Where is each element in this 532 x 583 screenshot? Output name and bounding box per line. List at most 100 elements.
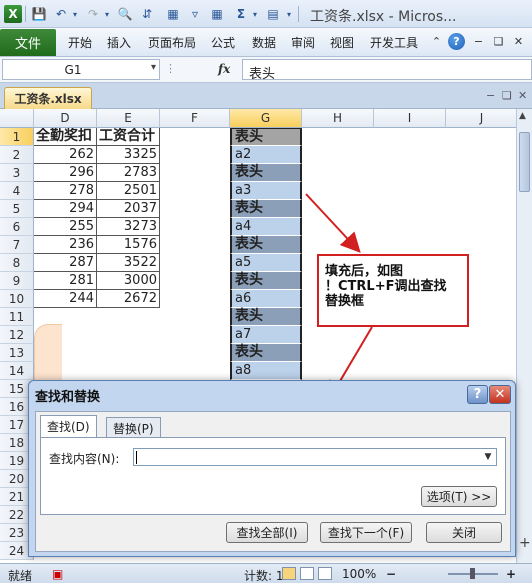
table-cell[interactable]: 294	[34, 200, 97, 218]
help-icon[interactable]: ?	[448, 33, 465, 50]
vertical-scrollbar[interactable]: ▲ +	[516, 109, 532, 563]
options-button[interactable]: 选项(T) >>	[421, 486, 497, 507]
normal-view-icon[interactable]	[282, 567, 296, 580]
scroll-thumb[interactable]	[519, 132, 530, 192]
page-break-view-icon[interactable]	[318, 567, 332, 580]
file-tab[interactable]: 文件	[0, 29, 56, 56]
table-cell[interactable]: 3325	[97, 146, 160, 164]
zoom-slider-thumb[interactable]	[470, 568, 475, 579]
table-cell[interactable]: 2037	[97, 200, 160, 218]
tab-insert[interactable]: 插入	[107, 34, 131, 51]
table-cell[interactable]: 1576	[97, 236, 160, 254]
row-label-cell[interactable]: a8	[230, 362, 302, 380]
header-cell-attendance-bonus[interactable]: 全勤奖扣	[34, 128, 97, 146]
tab-data[interactable]: 数据	[252, 34, 276, 51]
header-label-cell[interactable]: 表头	[230, 128, 302, 146]
zoom-out-icon[interactable]: −	[386, 567, 396, 581]
column-header-g[interactable]: G	[230, 109, 302, 128]
tab-home[interactable]: 开始	[68, 34, 92, 51]
formula-input[interactable]: 表头	[242, 59, 532, 82]
row-header[interactable]: 14	[0, 362, 34, 380]
table-cell[interactable]: 278	[34, 182, 97, 200]
column-header-e[interactable]: E	[97, 109, 160, 128]
header-label-cell[interactable]: 表头	[230, 164, 302, 182]
row-header[interactable]: 12	[0, 326, 34, 344]
redo-icon[interactable]: ↷	[84, 5, 102, 23]
minimize-ribbon-icon[interactable]: ⌃	[428, 33, 445, 50]
table-cell[interactable]: 255	[34, 218, 97, 236]
header-label-cell[interactable]: 表头	[230, 200, 302, 218]
tab-formulas[interactable]: 公式	[211, 34, 235, 51]
page-layout-view-icon[interactable]	[300, 567, 314, 580]
table-cell[interactable]: 262	[34, 146, 97, 164]
workbook-close-icon[interactable]: ✕	[518, 89, 527, 102]
find-all-button[interactable]: 查找全部(I)	[226, 522, 308, 543]
row-header[interactable]: 5	[0, 200, 34, 218]
row-label-cell[interactable]: a3	[230, 182, 302, 200]
undo-dropdown-icon[interactable]: ▾	[70, 5, 80, 23]
excel-app-icon[interactable]: X	[4, 5, 22, 23]
window-close-icon[interactable]: ✕	[510, 33, 527, 50]
save-icon[interactable]: 💾	[30, 5, 48, 23]
drag-handle-icon[interactable]: ⋮	[165, 62, 176, 75]
tab-view[interactable]: 视图	[330, 34, 354, 51]
autosum-dropdown-icon[interactable]: ▾	[250, 5, 260, 23]
chevron-down-icon[interactable]: ▾	[151, 62, 156, 73]
table-cell[interactable]: 3522	[97, 254, 160, 272]
close-button[interactable]: 关闭	[426, 522, 502, 543]
row-header[interactable]: 10	[0, 290, 34, 308]
row-label-cell[interactable]: a4	[230, 218, 302, 236]
calculator-icon[interactable]: ▦	[164, 5, 182, 23]
row-header[interactable]: 13	[0, 344, 34, 362]
table-cell[interactable]: 2672	[97, 290, 160, 308]
tab-find[interactable]: 查找(D)	[40, 415, 97, 437]
row-header[interactable]: 1	[0, 128, 34, 146]
redo-dropdown-icon[interactable]: ▾	[102, 5, 112, 23]
insert-function-icon[interactable]: fx	[218, 62, 230, 76]
undo-icon[interactable]: ↶	[52, 5, 70, 23]
name-box[interactable]: G1 ▾	[2, 59, 160, 80]
sort-icon[interactable]: ⇵	[138, 5, 156, 23]
header-label-cell[interactable]: 表头	[230, 308, 302, 326]
tab-replace[interactable]: 替换(P)	[106, 417, 161, 437]
row-label-cell[interactable]: a6	[230, 290, 302, 308]
tab-review[interactable]: 审阅	[291, 34, 315, 51]
table-cell[interactable]: 287	[34, 254, 97, 272]
row-header[interactable]: 4	[0, 182, 34, 200]
table-cell[interactable]: 296	[34, 164, 97, 182]
table-cell[interactable]: 3273	[97, 218, 160, 236]
column-header-f[interactable]: F	[160, 109, 230, 128]
find-next-button[interactable]: 查找下一个(F)	[320, 522, 412, 543]
zoom-in-icon[interactable]: +	[506, 567, 516, 581]
filter-icon[interactable]: ▿	[186, 5, 204, 23]
table-cell[interactable]: 236	[34, 236, 97, 254]
workbook-restore-icon[interactable]: ❏	[502, 89, 512, 102]
row-header[interactable]: 9	[0, 272, 34, 290]
column-header-i[interactable]: I	[374, 109, 446, 128]
chevron-down-icon[interactable]: ▼	[481, 450, 495, 464]
row-label-cell[interactable]: a7	[230, 326, 302, 344]
row-header[interactable]: 8	[0, 254, 34, 272]
zoom-plus-icon[interactable]: +	[519, 535, 531, 551]
column-header-h[interactable]: H	[302, 109, 374, 128]
table-cell[interactable]: 3000	[97, 272, 160, 290]
customize-dropdown-icon[interactable]: ▾	[284, 5, 294, 23]
table-cell[interactable]: 281	[34, 272, 97, 290]
column-header-j[interactable]: J	[446, 109, 518, 128]
scroll-up-icon[interactable]: ▲	[519, 111, 526, 121]
window-restore-icon[interactable]: ❏	[490, 33, 507, 50]
find-what-input[interactable]: ▼	[133, 448, 497, 466]
autosum-icon[interactable]: Σ	[232, 5, 250, 23]
header-label-cell[interactable]: 表头	[230, 236, 302, 254]
workbook-tab[interactable]: 工资条.xlsx	[4, 87, 92, 109]
print-preview-icon[interactable]: 🔍	[116, 5, 134, 23]
row-header[interactable]: 3	[0, 164, 34, 182]
macro-record-icon[interactable]: ▣	[52, 567, 63, 581]
row-header[interactable]: 2	[0, 146, 34, 164]
column-header-d[interactable]: D	[34, 109, 97, 128]
table-cell[interactable]: 244	[34, 290, 97, 308]
table-cell[interactable]: 2783	[97, 164, 160, 182]
zoom-level[interactable]: 100%	[342, 567, 376, 581]
tab-developer[interactable]: 开发工具	[370, 34, 418, 51]
workbook-minimize-icon[interactable]: −	[486, 89, 495, 102]
